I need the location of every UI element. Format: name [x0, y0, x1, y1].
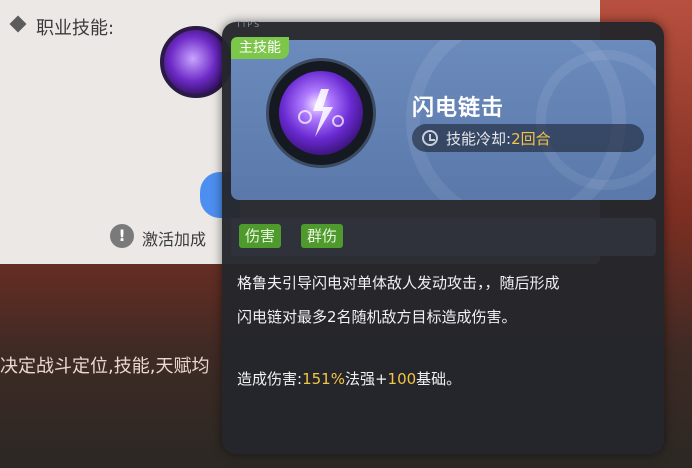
exclamation-icon: ! — [110, 224, 134, 248]
class-description-text: 决定战斗定位,技能,天赋均 — [0, 356, 210, 377]
tips-label: TIPS — [236, 20, 262, 29]
damage-suffix: 基础。 — [416, 370, 462, 388]
skill-name: 闪电链击 — [412, 96, 505, 121]
activation-bonus-text: 激活加成 — [142, 230, 207, 249]
tag-damage: 伤害 — [239, 224, 282, 248]
cooldown-pill: 技能冷却:2回合 — [412, 124, 644, 152]
cooldown-text: 技能冷却:2回合 — [446, 128, 551, 149]
damage-base: 100 — [387, 370, 417, 388]
tag-aoe-damage: 群伤 — [301, 224, 344, 248]
class-skill-label: 职业技能: — [36, 18, 115, 39]
cooldown-label: 技能冷却: — [446, 130, 512, 148]
skill-icon-frame — [266, 58, 376, 168]
damage-stat: 法强+ — [344, 370, 388, 388]
description-line: 闪电链对最多2名随机敌方目标造成伤害。 — [237, 308, 517, 326]
cooldown-value: 2回合 — [511, 130, 551, 148]
lightning-chain-icon — [279, 71, 363, 155]
damage-percent: 151% — [302, 370, 345, 388]
damage-label: 造成伤害: — [237, 370, 303, 388]
main-skill-badge: 主技能 — [231, 37, 289, 59]
skill-description: 格鲁夫引导闪电对单体敌人发动攻击，，随后形成 闪电链对最多2名随机敌方目标造成伤… — [237, 266, 649, 334]
skill-tags-row: 伤害 群伤 — [231, 218, 656, 256]
description-line: 格鲁夫引导闪电对单体敌人发动攻击，，随后形成 — [237, 274, 560, 292]
damage-line: 造成伤害:151%法强+100基础。 — [237, 368, 461, 389]
clock-icon — [422, 130, 438, 146]
